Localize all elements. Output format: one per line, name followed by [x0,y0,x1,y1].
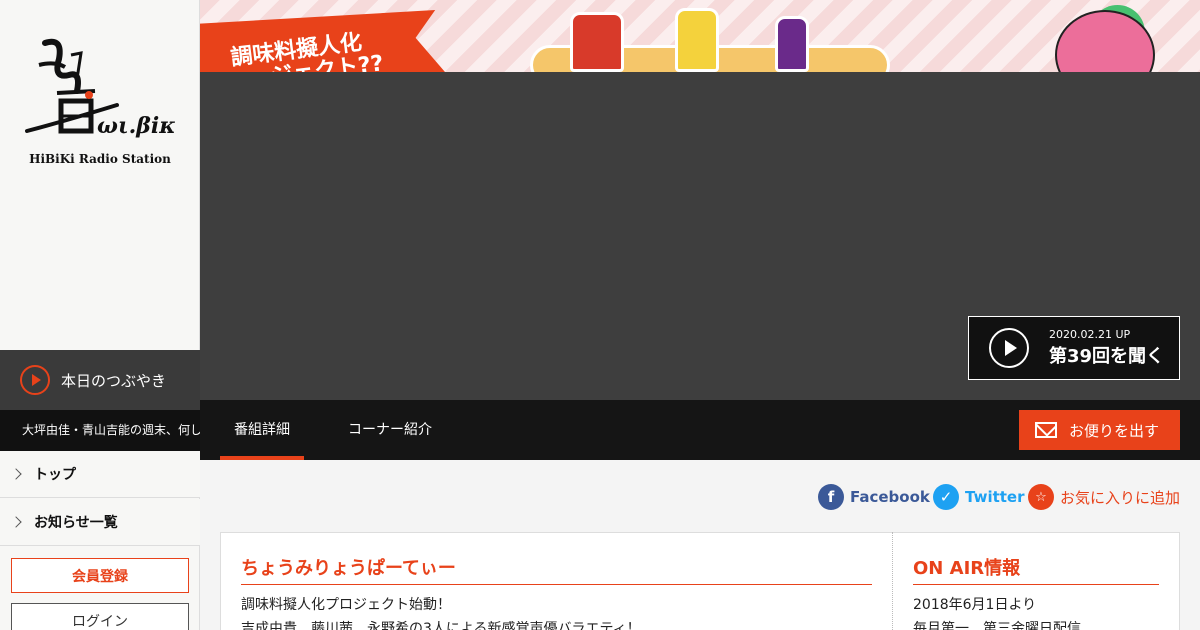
onair-title: ON AIR情報 [913,554,1159,585]
program-title: ちょうみりょうぱーてぃー [241,554,872,585]
page: ωι.βiκi HiBiKi Radio Station 本日のつぶやき 大坪由… [0,0,1200,630]
daily-tweet-label: 本日のつぶやき [61,371,167,390]
listen-episode-text: 2020.02.21 UP 第39回を聞く [1049,328,1164,368]
sidebar-item-top[interactable]: トップ [0,451,200,498]
envelope-icon [1035,422,1057,438]
mayo-bottle-illustration [675,8,719,72]
sidebar: ωι.βiκi HiBiKi Radio Station 本日のつぶやき 大坪由… [0,0,200,630]
add-favorite-link[interactable]: ☆ お気に入りに追加 [1028,484,1180,510]
sidebar-item-news[interactable]: お知らせ一覧 [0,499,200,546]
program-desc-line-1: 調味料擬人化プロジェクト始動！ [241,597,451,613]
logo-subtitle: HiBiKi Radio Station [29,152,171,166]
site-logo[interactable]: ωι.βiκi HiBiKi Radio Station [0,0,200,350]
send-mail-label: お便りを出す [1069,421,1160,440]
chevron-right-icon [10,516,22,528]
facebook-share-link[interactable]: f Facebook [818,484,930,510]
hibiki-logo-mark: ωι.βiκi [25,38,175,139]
hero-player: 調味料擬人化 ジェクト?? 2020.02.21 UP 第39回を聞く [200,0,1200,400]
play-icon [20,365,50,395]
soy-bottle-illustration [775,16,809,72]
twitter-label: Twitter [965,488,1025,506]
sidebar-item-label: トップ [34,467,76,483]
onair-line-2: 毎月第一、第三金曜日配信 [913,621,1081,630]
column-divider [892,532,893,630]
episode-label: 第39回を聞く [1049,346,1165,367]
onair-line-1: 2018年6月1日より [913,597,1037,613]
episode-date: 2020.02.21 UP [1049,328,1131,341]
facebook-label: Facebook [850,488,930,506]
tab-corner-intro[interactable]: コーナー紹介 [330,400,450,460]
send-mail-button[interactable]: お便りを出す [1019,410,1180,450]
facebook-icon: f [818,484,844,510]
star-icon: ☆ [1028,484,1054,510]
daily-tweet-button[interactable]: 本日のつぶやき [0,350,200,410]
ketchup-bottle-illustration [570,12,624,72]
add-favorite-label: お気に入りに追加 [1060,488,1181,507]
tab-program-detail[interactable]: 番組詳細 [220,400,304,460]
sidebar-item-label: お知らせ一覧 [34,515,118,531]
twitter-share-link[interactable]: ✓ Twitter [933,484,1025,510]
program-banner: 調味料擬人化 ジェクト?? [200,0,1200,72]
program-desc-line-2: 吉成由貴、藤川茜、永野希の3人による新感覚声優バラエティ！ [241,621,641,630]
listen-episode-button[interactable]: 2020.02.21 UP 第39回を聞く [968,316,1180,380]
twitter-bird-icon: ✓ [933,484,959,510]
tweet-ticker[interactable]: 大坪由佳・青山吉能の週末、何し [0,410,200,451]
login-button[interactable]: ログイン [11,603,189,630]
play-icon [989,328,1029,368]
program-tabbar: 番組詳細 コーナー紹介 お便りを出す [200,400,1200,460]
svg-text:ωι.βiκi: ωι.βiκi [97,113,175,139]
chevron-right-icon [10,468,22,480]
register-button[interactable]: 会員登録 [11,558,189,593]
